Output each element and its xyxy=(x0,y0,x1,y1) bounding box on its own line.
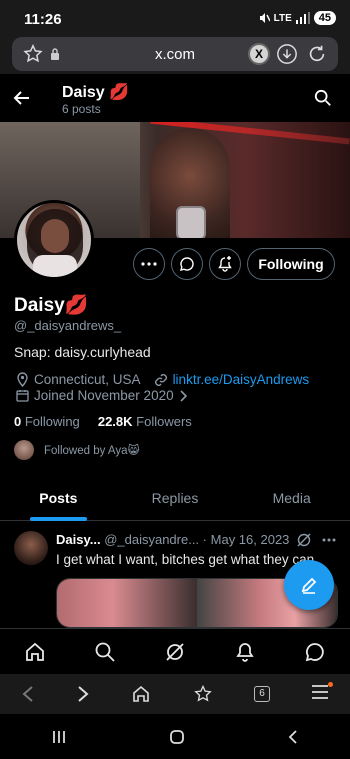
messages-icon[interactable] xyxy=(304,641,326,663)
home-icon[interactable] xyxy=(24,641,46,663)
followed-by-text: Followed by Aya😸 xyxy=(44,445,140,457)
status-icons: LTE 45 xyxy=(258,11,336,25)
lips-emoji: 💋 xyxy=(109,84,130,101)
recent-apps-icon[interactable] xyxy=(51,729,67,745)
tab-media[interactable]: Media xyxy=(233,476,350,520)
tab-replies[interactable]: Replies xyxy=(117,476,234,520)
link-icon xyxy=(154,373,167,386)
followed-by-row[interactable]: Followed by Aya😸 xyxy=(14,440,140,460)
profile-joined-row[interactable]: Joined November 2020 xyxy=(16,388,187,403)
grok-icon[interactable] xyxy=(296,532,312,548)
browser-url-bar: x.com X xyxy=(0,36,350,74)
chevron-right-icon xyxy=(180,389,187,402)
signal-icon xyxy=(295,12,310,24)
reload-icon[interactable] xyxy=(306,43,328,65)
status-bar: 11:26 LTE 45 xyxy=(0,0,350,36)
more-dots-icon xyxy=(141,262,157,266)
following-button[interactable]: Following xyxy=(247,248,335,280)
hamburger-menu-icon xyxy=(312,684,329,699)
tweet-actions xyxy=(296,532,336,548)
profile-display-name: Daisy💋 xyxy=(14,295,89,316)
profile-avatar[interactable] xyxy=(14,200,94,280)
followers-count-link[interactable]: 22.8K Followers xyxy=(98,414,192,429)
location-pin-icon xyxy=(17,372,28,387)
grok-icon[interactable] xyxy=(164,641,186,663)
follow-counts: 0 Following 22.8K Followers xyxy=(14,414,192,429)
mute-icon xyxy=(259,13,270,23)
bell-plus-icon xyxy=(218,256,232,272)
message-button[interactable] xyxy=(171,248,203,280)
tabs-count-button[interactable]: 6 xyxy=(253,686,270,702)
profile-handle: @_daisyandrews_ xyxy=(14,318,122,333)
profile-meta-row: Connecticut, USA linktr.ee/DaisyAndrews xyxy=(16,372,309,387)
lips-emoji: 💋 xyxy=(64,295,89,316)
back-arrow-icon[interactable] xyxy=(12,88,32,108)
profile-bio: Snap: daisy.curlyhead xyxy=(14,344,151,360)
tweet-text: I get what I want, bitches get what they… xyxy=(56,552,315,567)
x-site-icon[interactable]: X xyxy=(248,43,270,65)
browser-back-icon[interactable] xyxy=(21,685,35,703)
system-home-icon[interactable] xyxy=(169,729,185,745)
header-post-count: 6 posts xyxy=(62,102,101,116)
tweet-media-image[interactable] xyxy=(57,579,197,627)
explore-search-icon[interactable] xyxy=(94,641,116,663)
status-time: 11:26 xyxy=(24,11,62,28)
more-options-button[interactable] xyxy=(133,248,165,280)
search-icon[interactable] xyxy=(314,89,332,107)
system-nav-bar xyxy=(0,714,350,759)
battery-indicator: 45 xyxy=(313,11,336,25)
follower-avatar xyxy=(14,440,34,460)
following-count-link[interactable]: 0 Following xyxy=(14,414,80,429)
tweet-date[interactable]: May 16, 2023 xyxy=(211,532,290,547)
more-dots-icon[interactable] xyxy=(322,538,336,542)
header-name: Daisy 💋 xyxy=(62,84,130,101)
chat-bubble-icon xyxy=(180,257,194,271)
browser-forward-icon[interactable] xyxy=(76,685,90,703)
browser-toolbar: 6 xyxy=(0,674,350,714)
browser-menu-button[interactable] xyxy=(311,681,334,704)
tab-posts[interactable]: Posts xyxy=(0,476,117,521)
tweet-header: Daisy... @_daisyandre... · May 16, 2023 xyxy=(56,532,290,547)
profile-location: Connecticut, USA xyxy=(34,372,141,387)
menu-notification-dot xyxy=(328,681,334,687)
bookmarks-star-icon[interactable] xyxy=(193,684,213,704)
system-back-icon[interactable] xyxy=(287,729,299,745)
calendar-icon xyxy=(16,390,29,402)
profile-tabs: Posts Replies Media xyxy=(0,476,350,521)
notify-button[interactable] xyxy=(209,248,241,280)
url-box[interactable]: x.com X xyxy=(12,37,338,71)
compose-post-button[interactable] xyxy=(284,560,334,610)
profile-header-bar: Daisy 💋 6 posts xyxy=(0,74,350,122)
download-icon[interactable] xyxy=(276,43,298,65)
network-type: LTE xyxy=(273,12,292,24)
tweet-author-avatar[interactable] xyxy=(14,531,48,565)
profile-joined-date: Joined November 2020 xyxy=(34,388,174,403)
compose-icon xyxy=(301,577,317,594)
notifications-bell-icon[interactable] xyxy=(234,641,256,663)
profile-website-link[interactable]: linktr.ee/DaisyAndrews xyxy=(173,372,310,387)
browser-home-icon[interactable] xyxy=(131,684,151,704)
app-bottom-nav xyxy=(0,628,350,674)
tweet-author-handle[interactable]: @_daisyandre... xyxy=(104,532,199,547)
tweet-author-name[interactable]: Daisy... xyxy=(56,532,101,547)
